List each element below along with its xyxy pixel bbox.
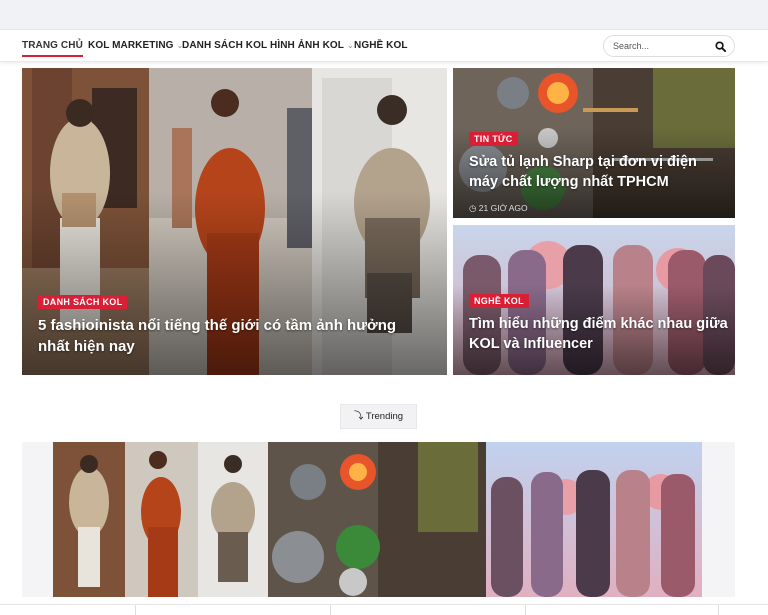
divider-tick: [135, 605, 136, 615]
article-title[interactable]: 5 fashioinista nổi tiếng thế giới có tầm…: [38, 315, 428, 357]
nav-item-kol-marketing[interactable]: KOL MARKETING ⌄: [88, 40, 183, 51]
nav-item-label: KOL MARKETING: [88, 40, 174, 51]
nav-item-home[interactable]: TRANG CHỦ: [22, 40, 83, 57]
trending-thumb-1[interactable]: [53, 442, 268, 597]
nav-item-label: TRANG CHỦ: [22, 40, 83, 51]
trending-thumb-image: [268, 442, 486, 597]
trending-button[interactable]: ⤵ Trending: [340, 404, 417, 429]
footer-divider: [0, 604, 768, 615]
divider-tick: [330, 605, 331, 615]
nav-item-kol-career[interactable]: NGHỀ KOL: [354, 40, 408, 51]
hero-main-card[interactable]: DANH SÁCH KOL 5 fashioinista nổi tiếng t…: [22, 68, 447, 375]
category-badge[interactable]: NGHỀ KOL: [469, 294, 529, 308]
search-icon[interactable]: [715, 41, 726, 52]
time-label: 21 GIỜ AGO: [478, 203, 528, 213]
divider-tick: [718, 605, 719, 615]
trending-thumb-image: [486, 442, 702, 597]
article-title[interactable]: Tìm hiểu những điểm khác nhau giữa KOL v…: [469, 314, 729, 354]
clock-icon: ◷: [469, 203, 477, 213]
search-input[interactable]: [613, 39, 713, 53]
trending-thumb-2[interactable]: [268, 442, 486, 597]
category-badge[interactable]: DANH SÁCH KOL: [38, 295, 128, 309]
article-title[interactable]: Sửa tủ lạnh Sharp tại đơn vị điện máy ch…: [469, 152, 729, 192]
hero-side-bottom-card[interactable]: NGHỀ KOL Tìm hiểu những điểm khác nhau g…: [453, 225, 735, 375]
article-time: ◷ 21 GIỜ AGO: [469, 203, 528, 214]
nav-item-kol-images[interactable]: HÌNH ẢNH KOL ⌄: [270, 40, 354, 51]
search-box: [603, 35, 735, 57]
nav-item-label: HÌNH ẢNH KOL: [270, 40, 344, 51]
lightning-icon: ⤵: [353, 411, 364, 422]
trending-label: Trending: [365, 411, 404, 422]
nav-item-kol-list[interactable]: DANH SÁCH KOL: [182, 40, 267, 51]
top-bar: [0, 0, 768, 30]
trending-thumb-3[interactable]: [486, 442, 702, 597]
chevron-down-icon: ⌄: [346, 41, 354, 50]
nav-item-label: DANH SÁCH KOL: [182, 40, 268, 51]
nav-item-label: NGHỀ KOL: [354, 40, 408, 51]
hero-side-top-card[interactable]: TIN TỨC Sửa tủ lạnh Sharp tại đơn vị điệ…: [453, 68, 735, 218]
category-badge[interactable]: TIN TỨC: [469, 132, 518, 146]
trending-thumb-image: [53, 442, 268, 597]
divider-tick: [525, 605, 526, 615]
